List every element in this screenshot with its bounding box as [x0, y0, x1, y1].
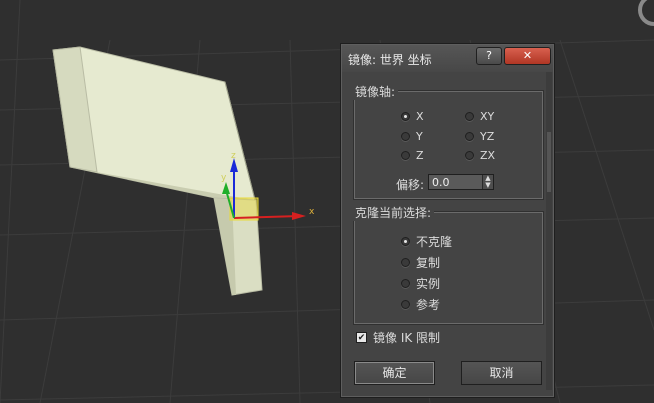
- gizmo-x-label: x: [309, 207, 315, 217]
- radio-indicator: [401, 258, 410, 267]
- viewcube-ring[interactable]: [638, 0, 654, 26]
- axis-label-xy: XY: [480, 110, 495, 123]
- clone-label-reference: 参考: [416, 298, 441, 312]
- clone-radio-instance[interactable]: 实例: [401, 275, 440, 292]
- axis-radio-z[interactable]: Z: [401, 149, 424, 162]
- ok-button[interactable]: 确定: [354, 361, 435, 385]
- gizmo-y-label: y: [221, 173, 227, 183]
- axis-label-x: X: [416, 110, 424, 123]
- dialog-scrollbar[interactable]: [546, 72, 552, 390]
- clone-label-copy: 复制: [416, 256, 441, 270]
- radio-indicator: [401, 112, 410, 121]
- close-button[interactable]: ✕: [504, 47, 551, 65]
- mirror-ik-checkbox[interactable]: ✔ 镜像 IK 限制: [356, 329, 440, 346]
- clone-selection-legend: 克隆当前选择:: [352, 204, 435, 221]
- radio-indicator: [401, 132, 410, 141]
- clone-radio-none[interactable]: 不克隆: [401, 233, 452, 250]
- dialog-title: 镜像: 世界 坐标: [348, 53, 432, 67]
- axis-label-z: Z: [416, 149, 424, 162]
- axis-radio-yz[interactable]: YZ: [465, 130, 494, 143]
- dialog-titlebar[interactable]: 镜像: 世界 坐标 ? ✕: [342, 45, 553, 72]
- help-button[interactable]: ?: [476, 47, 502, 65]
- radio-indicator: [465, 151, 474, 160]
- clone-selection-group: 克隆当前选择: 不克隆 复制 实例 参考: [352, 204, 543, 324]
- offset-value: 0.0: [432, 176, 450, 189]
- radio-indicator: [465, 112, 474, 121]
- gizmo-z-label: z: [231, 151, 236, 161]
- axis-label-zx: ZX: [480, 149, 496, 162]
- offset-spinner[interactable]: 0.0 ▲ ▼: [428, 174, 494, 190]
- clone-label-instance: 实例: [416, 277, 441, 291]
- 3d-viewport[interactable]: x y z: [0, 0, 654, 403]
- clone-label-none: 不克隆: [416, 235, 453, 249]
- mirror-dialog: 镜像: 世界 坐标 ? ✕ 镜像轴: X Y Z XY YZ ZX 偏移: 0.…: [340, 43, 555, 398]
- clone-radio-copy[interactable]: 复制: [401, 254, 440, 271]
- axis-radio-x[interactable]: X: [401, 110, 424, 123]
- viewport-scene: x y z: [0, 0, 654, 403]
- scrollbar-thumb[interactable]: [547, 132, 551, 192]
- mirror-axis-legend: 镜像轴:: [352, 83, 399, 100]
- cancel-button[interactable]: 取消: [461, 361, 542, 385]
- checkmark-icon: ✔: [356, 332, 367, 343]
- axis-label-yz: YZ: [480, 130, 495, 143]
- axis-label-y: Y: [416, 130, 423, 143]
- radio-indicator: [401, 237, 410, 246]
- radio-indicator: [401, 151, 410, 160]
- mirror-axis-group: 镜像轴: X Y Z XY YZ ZX 偏移: 0.0 ▲ ▼: [352, 83, 543, 199]
- spinner-arrows-icon[interactable]: ▲ ▼: [482, 175, 493, 189]
- radio-indicator: [401, 300, 410, 309]
- axis-radio-xy[interactable]: XY: [465, 110, 494, 123]
- radio-indicator: [401, 279, 410, 288]
- radio-indicator: [465, 132, 474, 141]
- offset-label: 偏移:: [396, 178, 425, 192]
- axis-radio-zx[interactable]: ZX: [465, 149, 495, 162]
- clone-radio-reference[interactable]: 参考: [401, 296, 440, 313]
- mirror-ik-label: 镜像 IK 限制: [373, 331, 441, 345]
- axis-radio-y[interactable]: Y: [401, 130, 423, 143]
